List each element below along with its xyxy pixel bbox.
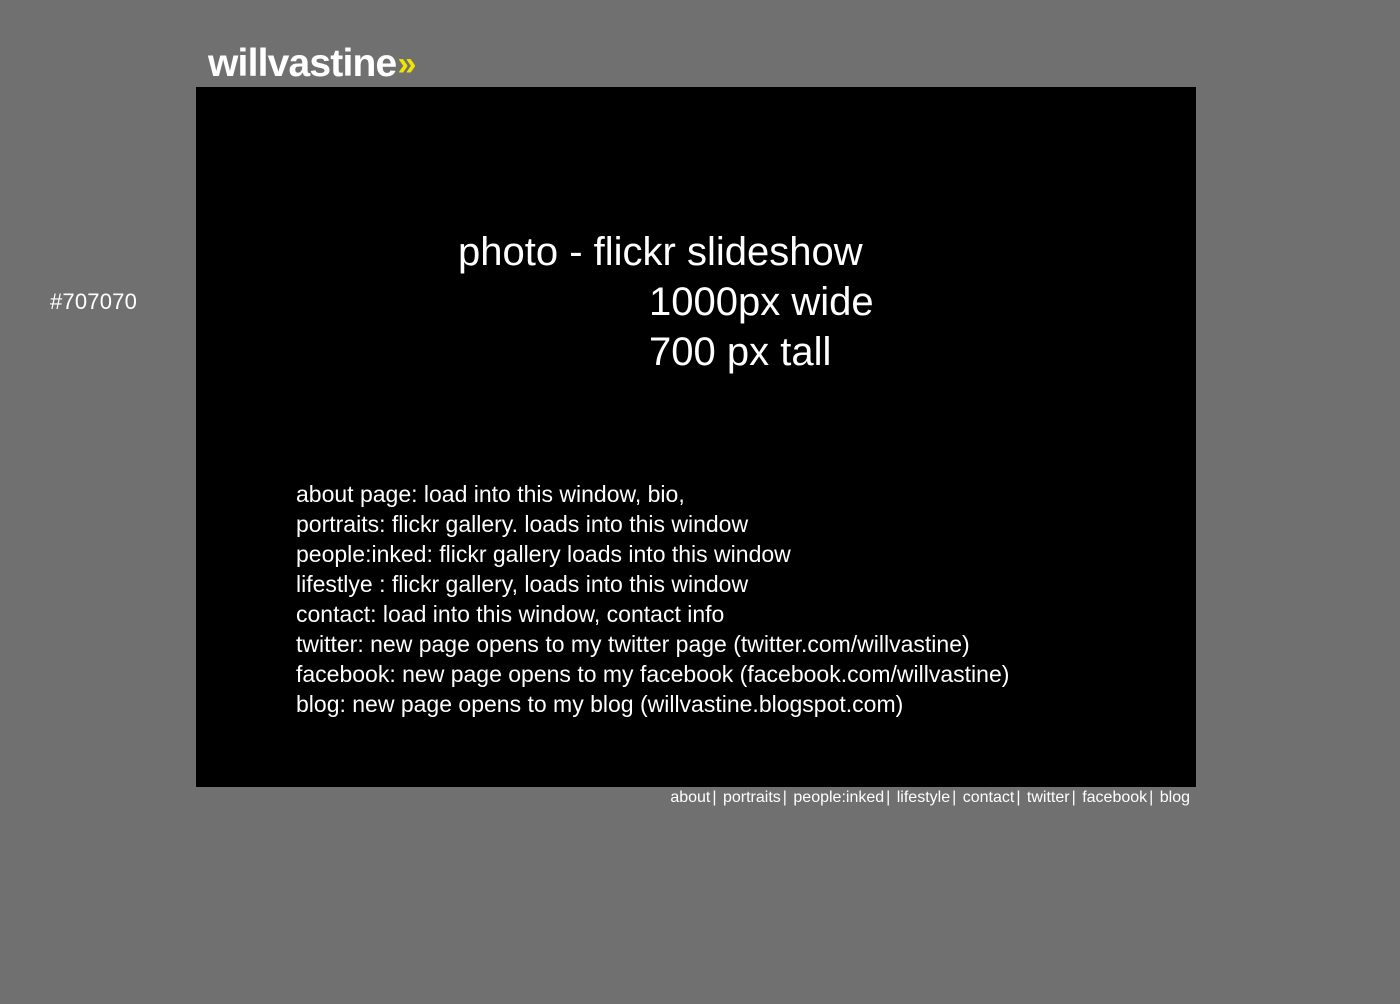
footer-separator: | bbox=[712, 789, 717, 806]
note-contact: contact: load into this window, contact … bbox=[296, 601, 725, 627]
photo-slideshow-area[interactable]: photo - flickr slideshow 1000px wide 700… bbox=[196, 87, 1196, 787]
footer-separator: | bbox=[782, 789, 787, 806]
footer-link-lifestyle[interactable]: lifestyle bbox=[897, 789, 950, 806]
note-portraits: portraits: flickr gallery. loads into th… bbox=[296, 511, 749, 537]
slideshow-placeholder-width: 1000px wide bbox=[649, 280, 874, 324]
slideshow-placeholder-height: 700 px tall bbox=[649, 330, 832, 374]
footer-link-people-inked[interactable]: people:inked bbox=[793, 789, 884, 806]
note-about: about page: load into this window, bio, bbox=[296, 481, 685, 507]
footer-separator: | bbox=[952, 789, 957, 806]
footer-link-twitter[interactable]: twitter bbox=[1027, 789, 1070, 806]
navigation-notes: about page: load into this window, bio, … bbox=[296, 479, 1009, 719]
note-facebook: facebook: new page opens to my facebook … bbox=[296, 661, 1010, 687]
note-lifestyle: lifestlye : flickr gallery, loads into t… bbox=[296, 571, 749, 597]
footer-separator: | bbox=[886, 789, 891, 806]
note-blog: blog: new page opens to my blog (willvas… bbox=[296, 691, 904, 717]
footer-link-about[interactable]: about bbox=[670, 789, 710, 806]
background-color-note: #707070 bbox=[50, 289, 138, 314]
logo-text: willvastine bbox=[208, 42, 397, 85]
footer-nav: about | portraits | people:inked | lifestyl… bbox=[670, 788, 1190, 808]
footer-link-facebook[interactable]: facebook bbox=[1082, 789, 1147, 806]
footer-link-blog[interactable]: blog bbox=[1160, 789, 1190, 806]
note-twitter: twitter: new page opens to my twitter pa… bbox=[296, 631, 970, 657]
footer-separator: | bbox=[1149, 789, 1154, 806]
footer-link-portraits[interactable]: portraits bbox=[723, 789, 781, 806]
footer-link-contact[interactable]: contact bbox=[963, 789, 1015, 806]
slideshow-placeholder-title: photo - flickr slideshow bbox=[458, 230, 863, 274]
footer-separator: | bbox=[1071, 789, 1076, 806]
site-logo[interactable]: willvastine» bbox=[208, 42, 416, 87]
chevron-right-icon: » bbox=[397, 45, 416, 83]
footer-separator: | bbox=[1016, 789, 1021, 806]
note-people-inked: people:inked: flickr gallery loads into … bbox=[296, 541, 791, 567]
